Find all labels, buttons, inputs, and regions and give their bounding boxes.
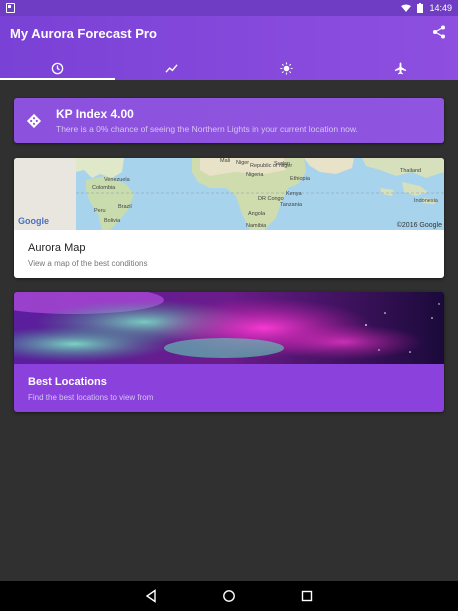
map-label: Nigeria bbox=[246, 172, 264, 178]
map-label: Tanzania bbox=[280, 202, 303, 208]
aurora-image bbox=[14, 292, 444, 364]
tab-travel[interactable] bbox=[344, 56, 458, 80]
tab-bar bbox=[0, 56, 458, 80]
app-title: My Aurora Forecast Pro bbox=[10, 26, 157, 41]
home-icon[interactable] bbox=[222, 589, 236, 603]
map-label: Ethiopia bbox=[290, 176, 310, 182]
aurora-map-card[interactable]: Mali Niger Republic of Niger Sudan Venez… bbox=[14, 158, 444, 278]
map-label: Angola bbox=[248, 211, 266, 217]
recents-icon[interactable] bbox=[300, 589, 314, 603]
map-label: Peru bbox=[94, 208, 106, 214]
map-land bbox=[76, 158, 444, 230]
map-label: Mali bbox=[220, 158, 231, 164]
clock-icon bbox=[51, 62, 64, 74]
trend-icon bbox=[165, 63, 178, 73]
tab-forecast[interactable] bbox=[0, 56, 115, 80]
google-logo: Google bbox=[18, 216, 49, 226]
map-label: Bolivia bbox=[104, 218, 121, 224]
kp-index-title: KP Index 4.00 bbox=[56, 107, 134, 121]
wifi-icon bbox=[401, 4, 412, 12]
share-icon[interactable] bbox=[432, 25, 446, 39]
map-label: Thailand bbox=[400, 168, 422, 174]
world-map[interactable]: Mali Niger Republic of Niger Sudan Venez… bbox=[14, 158, 444, 230]
diamond-dots-icon bbox=[26, 113, 42, 128]
aurora-map-subtitle: View a map of the best conditions bbox=[28, 259, 148, 268]
clock-time: 14:49 bbox=[429, 3, 452, 13]
map-copyright: ©2016 Google bbox=[396, 222, 442, 229]
airplane-icon bbox=[395, 61, 407, 74]
app-bar: My Aurora Forecast Pro bbox=[0, 16, 458, 80]
map-label: Brazil bbox=[118, 204, 132, 210]
tab-sun[interactable] bbox=[229, 56, 344, 80]
system-nav-bar bbox=[0, 581, 458, 611]
map-label: Sudan bbox=[274, 161, 290, 167]
aurora-map-title: Aurora Map bbox=[28, 242, 86, 254]
map-label: Venezuela bbox=[104, 177, 130, 183]
map-label: Namibia bbox=[246, 223, 267, 229]
status-bar: 14:49 bbox=[0, 0, 458, 16]
best-locations-card[interactable]: Best Locations Find the best locations t… bbox=[14, 292, 444, 412]
notification-icon bbox=[6, 3, 15, 13]
best-locations-title: Best Locations bbox=[28, 376, 107, 388]
battery-icon bbox=[417, 3, 424, 13]
tab-trends[interactable] bbox=[115, 56, 230, 80]
map-label: Colombia bbox=[92, 185, 116, 191]
map-label: Kenya bbox=[286, 191, 302, 197]
kp-index-subtitle: There is a 0% chance of seeing the North… bbox=[56, 124, 358, 134]
aurora-photo bbox=[14, 292, 444, 364]
best-locations-subtitle: Find the best locations to view from bbox=[28, 393, 154, 402]
map-label: Indonesia bbox=[414, 198, 438, 204]
back-icon[interactable] bbox=[144, 589, 158, 603]
map-label: Niger bbox=[236, 160, 250, 166]
sun-icon bbox=[280, 61, 293, 75]
kp-index-card[interactable]: KP Index 4.00 There is a 0% chance of se… bbox=[14, 98, 444, 143]
